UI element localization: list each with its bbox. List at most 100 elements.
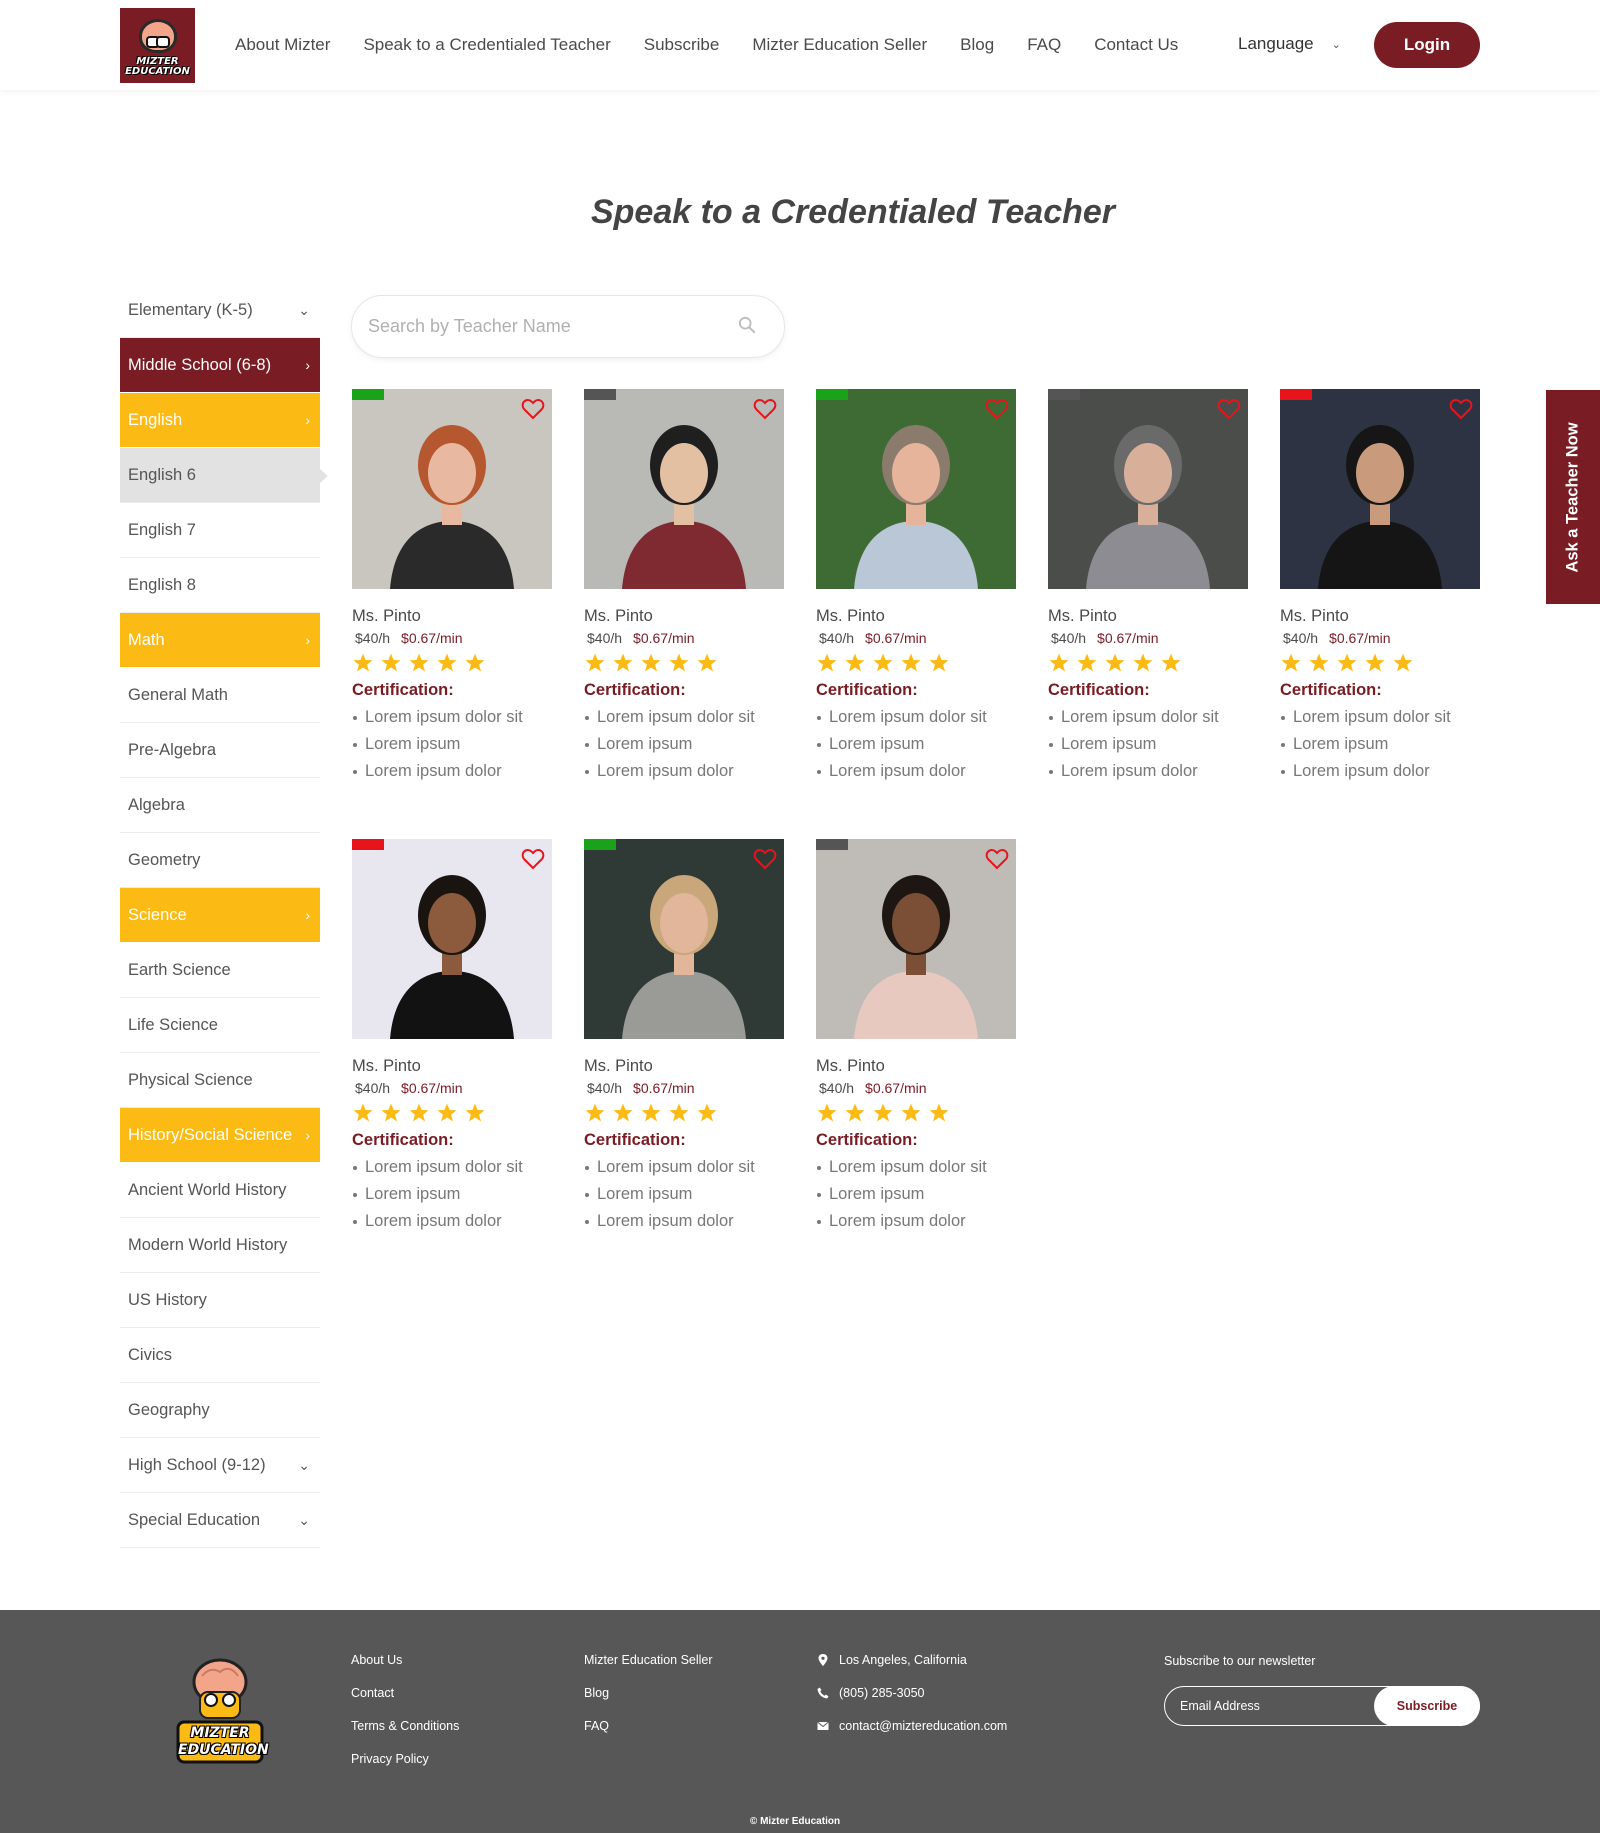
footer-link-blog[interactable]: Blog (584, 1685, 713, 1718)
footer-link-seller[interactable]: Mizter Education Seller (584, 1652, 713, 1685)
footer-link-about[interactable]: About Us (351, 1652, 459, 1685)
footer-logo[interactable] (170, 1652, 270, 1767)
favorite-heart-icon[interactable] (521, 398, 545, 420)
sidebar-item-label: Earth Science (128, 960, 231, 979)
search-input[interactable] (368, 316, 728, 337)
search-icon[interactable] (738, 316, 756, 334)
chevron-right-icon: › (305, 412, 310, 428)
teacher-photo[interactable] (584, 839, 784, 1039)
teacher-photo[interactable] (1280, 389, 1480, 589)
certification-list: Lorem ipsum dolor sit Lorem ipsum Lorem ip… (584, 1154, 784, 1235)
location-pin-icon (818, 1654, 828, 1666)
teacher-photo[interactable] (352, 839, 552, 1039)
nav-subscribe[interactable]: Subscribe (644, 35, 720, 55)
favorite-heart-icon[interactable] (521, 848, 545, 870)
footer-link-contact[interactable]: Contact (351, 1685, 459, 1718)
sidebar-item-us-history[interactable]: US History (120, 1273, 320, 1328)
teacher-card[interactable]: Ms. Pinto $40/h $0.67/min Certification: Lor… (584, 389, 784, 839)
teacher-photo[interactable] (1048, 389, 1248, 589)
sidebar-item-english-6[interactable]: English 6 (120, 448, 328, 503)
sidebar-item-pre-algebra[interactable]: Pre-Algebra (120, 723, 320, 778)
contact-phone-text[interactable]: (805) 285-3050 (839, 1685, 924, 1701)
language-selector[interactable]: Language ⌄ (1238, 34, 1341, 54)
availability-indicator (584, 839, 616, 850)
contact-location-text: Los Angeles, California (839, 1653, 967, 1667)
teacher-card[interactable]: Ms. Pinto $40/h $0.67/min Certification: Lor… (1048, 389, 1248, 839)
favorite-heart-icon[interactable] (753, 398, 777, 420)
star-icon (901, 1103, 921, 1122)
nav-faq[interactable]: FAQ (1027, 35, 1061, 55)
sidebar-item-math[interactable]: Math › (120, 613, 320, 668)
site-logo[interactable]: MIZTER EDUCATION (120, 8, 195, 83)
newsletter-subscribe-button[interactable]: Subscribe (1374, 1686, 1480, 1726)
chevron-right-icon: › (305, 357, 310, 373)
sidebar-item-special-education[interactable]: Special Education ⌄ (120, 1493, 320, 1548)
teacher-photo[interactable] (816, 839, 1016, 1039)
certification-list: Lorem ipsum dolor sit Lorem ipsum Lorem ip… (352, 1154, 552, 1235)
ask-teacher-tab[interactable]: Ask a Teacher Now (1546, 390, 1600, 604)
teacher-card[interactable]: Ms. Pinto $40/h $0.67/min Certification: Lor… (584, 839, 784, 1289)
sidebar-item-english-7[interactable]: English 7 (120, 503, 320, 558)
sidebar-item-ancient-world-history[interactable]: Ancient World History (120, 1163, 320, 1218)
teacher-card[interactable]: Ms. Pinto $40/h $0.67/min Certification: Lor… (816, 389, 1016, 839)
teacher-name[interactable]: Ms. Pinto (584, 607, 784, 626)
teacher-photo[interactable] (816, 389, 1016, 589)
footer-link-terms[interactable]: Terms & Conditions (351, 1718, 459, 1751)
contact-location: Los Angeles, California (817, 1652, 1007, 1685)
sidebar-item-english-8[interactable]: English 8 (120, 558, 320, 613)
login-button[interactable]: Login (1374, 22, 1480, 68)
chevron-right-icon: › (305, 907, 310, 923)
nav-contact[interactable]: Contact Us (1094, 35, 1178, 55)
footer-link-privacy[interactable]: Privacy Policy (351, 1751, 459, 1784)
footer-link-faq[interactable]: FAQ (584, 1718, 713, 1751)
teacher-card[interactable]: Ms. Pinto $40/h $0.67/min Certification: Lor… (352, 389, 552, 839)
sidebar-item-civics[interactable]: Civics (120, 1328, 320, 1383)
teacher-name[interactable]: Ms. Pinto (816, 1057, 1016, 1076)
teacher-photo[interactable] (584, 389, 784, 589)
sidebar-item-middle-school-6-8[interactable]: Middle School (6-8) › (120, 338, 320, 393)
star-icon (409, 1103, 429, 1122)
teacher-name[interactable]: Ms. Pinto (1048, 607, 1248, 626)
nav-blog[interactable]: Blog (960, 35, 994, 55)
sidebar-item-earth-science[interactable]: Earth Science (120, 943, 320, 998)
favorite-heart-icon[interactable] (985, 848, 1009, 870)
star-icon (1077, 653, 1097, 672)
teacher-photo[interactable] (352, 389, 552, 589)
teacher-card[interactable]: Ms. Pinto $40/h $0.67/min Certification: Lor… (816, 839, 1016, 1289)
teacher-name[interactable]: Ms. Pinto (352, 1057, 552, 1076)
teacher-name[interactable]: Ms. Pinto (1280, 607, 1480, 626)
sidebar-item-geography[interactable]: Geography (120, 1383, 320, 1438)
certification-item: Lorem ipsum dolor sit (352, 1154, 552, 1181)
sidebar-item-life-science[interactable]: Life Science (120, 998, 320, 1053)
sidebar-item-modern-world-history[interactable]: Modern World History (120, 1218, 320, 1273)
sidebar-item-high-school-9-12[interactable]: High School (9-12) ⌄ (120, 1438, 320, 1493)
sidebar-item-science[interactable]: Science › (120, 888, 320, 943)
chevron-down-icon: ⌄ (298, 1511, 310, 1528)
teacher-card[interactable]: Ms. Pinto $40/h $0.67/min Certification: Lor… (1280, 389, 1480, 839)
sidebar-item-algebra[interactable]: Algebra (120, 778, 320, 833)
nav-seller[interactable]: Mizter Education Seller (752, 35, 927, 55)
chevron-right-icon: › (305, 1127, 310, 1143)
nav-speak-to-teacher[interactable]: Speak to a Credentialed Teacher (363, 35, 610, 55)
nav-about[interactable]: About Mizter (235, 35, 330, 55)
favorite-heart-icon[interactable] (753, 848, 777, 870)
teacher-name[interactable]: Ms. Pinto (352, 607, 552, 626)
sidebar-item-history-social-science[interactable]: History/Social Science › (120, 1108, 320, 1163)
favorite-heart-icon[interactable] (985, 398, 1009, 420)
favorite-heart-icon[interactable] (1217, 398, 1241, 420)
newsletter-email-input[interactable] (1165, 1699, 1365, 1713)
certification-heading: Certification: (352, 1131, 454, 1149)
sidebar-item-physical-science[interactable]: Physical Science (120, 1053, 320, 1108)
certification-item: Lorem ipsum dolor (584, 758, 784, 785)
star-icon (817, 1103, 837, 1122)
favorite-heart-icon[interactable] (1449, 398, 1473, 420)
sidebar-item-elementary-k-5[interactable]: Elementary (K-5) ⌄ (120, 283, 320, 338)
teacher-card[interactable]: Ms. Pinto $40/h $0.67/min Certification: Lor… (352, 839, 552, 1289)
star-icon (817, 653, 837, 672)
sidebar-item-geometry[interactable]: Geometry (120, 833, 320, 888)
teacher-name[interactable]: Ms. Pinto (816, 607, 1016, 626)
sidebar-item-general-math[interactable]: General Math (120, 668, 320, 723)
teacher-name[interactable]: Ms. Pinto (584, 1057, 784, 1076)
contact-email-text[interactable]: contact@miztereducation.com (839, 1718, 1007, 1734)
sidebar-item-english[interactable]: English › (120, 393, 320, 448)
